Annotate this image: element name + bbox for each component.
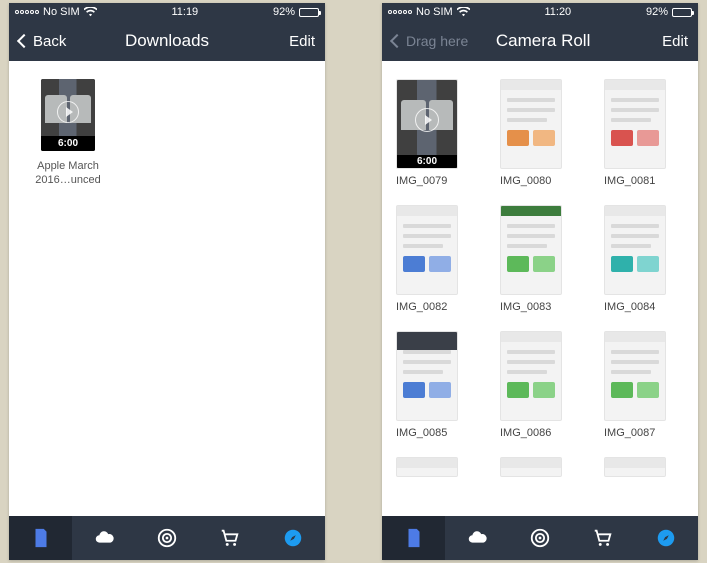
nav-bar: Drag here Camera Roll Edit — [382, 21, 698, 61]
wifi-icon — [84, 7, 97, 17]
tab-cart[interactable] — [572, 516, 635, 560]
photo-item[interactable]: IMG_0083 — [500, 205, 580, 313]
battery-label: 92% — [273, 6, 295, 18]
video-thumbnail: 6:00 — [41, 79, 95, 151]
video-duration: 6:00 — [397, 155, 457, 168]
tab-browser[interactable] — [635, 516, 698, 560]
phone-left-screen: No SIM 11:19 92% Back Downloads Edit 6:0 — [9, 3, 325, 560]
photo-thumbnail — [396, 331, 458, 421]
wifi-icon — [457, 7, 470, 17]
nav-bar: Back Downloads Edit — [9, 21, 325, 61]
back-button[interactable]: Drag here — [392, 33, 468, 49]
photo-item[interactable] — [396, 457, 476, 483]
back-label: Back — [33, 33, 66, 50]
photo-item[interactable]: IMG_0086 — [500, 331, 580, 439]
download-item[interactable]: 6:00 Apple March 2016…unced — [23, 79, 113, 188]
content-area[interactable]: 6:00 IMG_0079 IMG_0080 IMG_0081 IMG_0082 IMG_… — [382, 61, 698, 516]
battery-icon — [299, 8, 319, 17]
tab-hotspot[interactable] — [508, 516, 571, 560]
chevron-left-icon — [17, 34, 31, 48]
photo-thumbnail — [604, 205, 666, 295]
battery-icon — [672, 8, 692, 17]
tab-cloud[interactable] — [72, 516, 135, 560]
photo-item[interactable]: 6:00 IMG_0079 — [396, 79, 476, 187]
content-area[interactable]: 6:00 Apple March 2016…unced — [9, 61, 325, 516]
photo-item[interactable]: IMG_0084 — [604, 205, 684, 313]
bottom-toolbar — [9, 516, 325, 560]
edit-label: Edit — [289, 33, 315, 50]
play-icon — [57, 101, 79, 123]
edit-label: Edit — [662, 33, 688, 50]
download-item-name: Apple March 2016…unced — [23, 159, 113, 188]
status-bar: No SIM 11:19 92% — [9, 3, 325, 21]
photo-thumbnail: 6:00 — [396, 79, 458, 169]
photo-name: IMG_0083 — [500, 301, 580, 313]
back-button[interactable]: Back — [19, 33, 89, 50]
page-title: Downloads — [89, 31, 245, 51]
tab-hotspot[interactable] — [135, 516, 198, 560]
photo-thumbnail — [500, 79, 562, 169]
photo-name: IMG_0081 — [604, 175, 684, 187]
chevron-left-icon — [390, 34, 404, 48]
photo-item[interactable]: IMG_0087 — [604, 331, 684, 439]
tab-documents[interactable] — [9, 516, 72, 560]
photo-name: IMG_0079 — [396, 175, 476, 187]
signal-icon — [15, 10, 39, 14]
photo-thumbnail — [396, 205, 458, 295]
photo-name: IMG_0080 — [500, 175, 580, 187]
document-icon — [403, 527, 425, 549]
photo-thumbnail — [396, 457, 458, 477]
page-title: Camera Roll — [468, 31, 618, 51]
clock-label: 11:20 — [544, 6, 571, 18]
tab-documents[interactable] — [382, 516, 445, 560]
photo-name: IMG_0087 — [604, 427, 684, 439]
photo-thumbnail — [500, 457, 562, 477]
hotspot-icon — [529, 527, 551, 549]
bottom-toolbar — [382, 516, 698, 560]
photo-thumbnail — [604, 331, 666, 421]
cart-icon — [219, 527, 241, 549]
tab-cart[interactable] — [199, 516, 262, 560]
edit-button[interactable]: Edit — [245, 33, 315, 50]
photo-item[interactable] — [604, 457, 684, 483]
document-icon — [30, 527, 52, 549]
edit-button[interactable]: Edit — [618, 33, 688, 50]
photo-thumbnail — [604, 79, 666, 169]
hotspot-icon — [156, 527, 178, 549]
photo-item[interactable]: IMG_0080 — [500, 79, 580, 187]
carrier-label: No SIM — [43, 6, 80, 18]
battery-label: 92% — [646, 6, 668, 18]
photo-name: IMG_0082 — [396, 301, 476, 313]
play-icon — [415, 108, 439, 132]
status-bar: No SIM 11:20 92% — [382, 3, 698, 21]
compass-icon — [282, 527, 304, 549]
photo-item[interactable]: IMG_0085 — [396, 331, 476, 439]
photo-thumbnail — [604, 457, 666, 477]
video-duration: 6:00 — [41, 136, 95, 151]
tab-cloud[interactable] — [445, 516, 508, 560]
clock-label: 11:19 — [171, 6, 198, 18]
tab-browser[interactable] — [262, 516, 325, 560]
photo-thumbnail — [500, 331, 562, 421]
photo-thumbnail — [500, 205, 562, 295]
photo-name: IMG_0084 — [604, 301, 684, 313]
cloud-icon — [93, 527, 115, 549]
signal-icon — [388, 10, 412, 14]
phone-right-screen: No SIM 11:20 92% Drag here Camera Roll E… — [382, 3, 698, 560]
photo-name: IMG_0086 — [500, 427, 580, 439]
cart-icon — [592, 527, 614, 549]
drag-here-label: Drag here — [406, 33, 468, 49]
photo-item[interactable]: IMG_0082 — [396, 205, 476, 313]
carrier-label: No SIM — [416, 6, 453, 18]
cloud-icon — [466, 527, 488, 549]
photo-name: IMG_0085 — [396, 427, 476, 439]
photo-item[interactable]: IMG_0081 — [604, 79, 684, 187]
compass-icon — [655, 527, 677, 549]
photo-item[interactable] — [500, 457, 580, 483]
